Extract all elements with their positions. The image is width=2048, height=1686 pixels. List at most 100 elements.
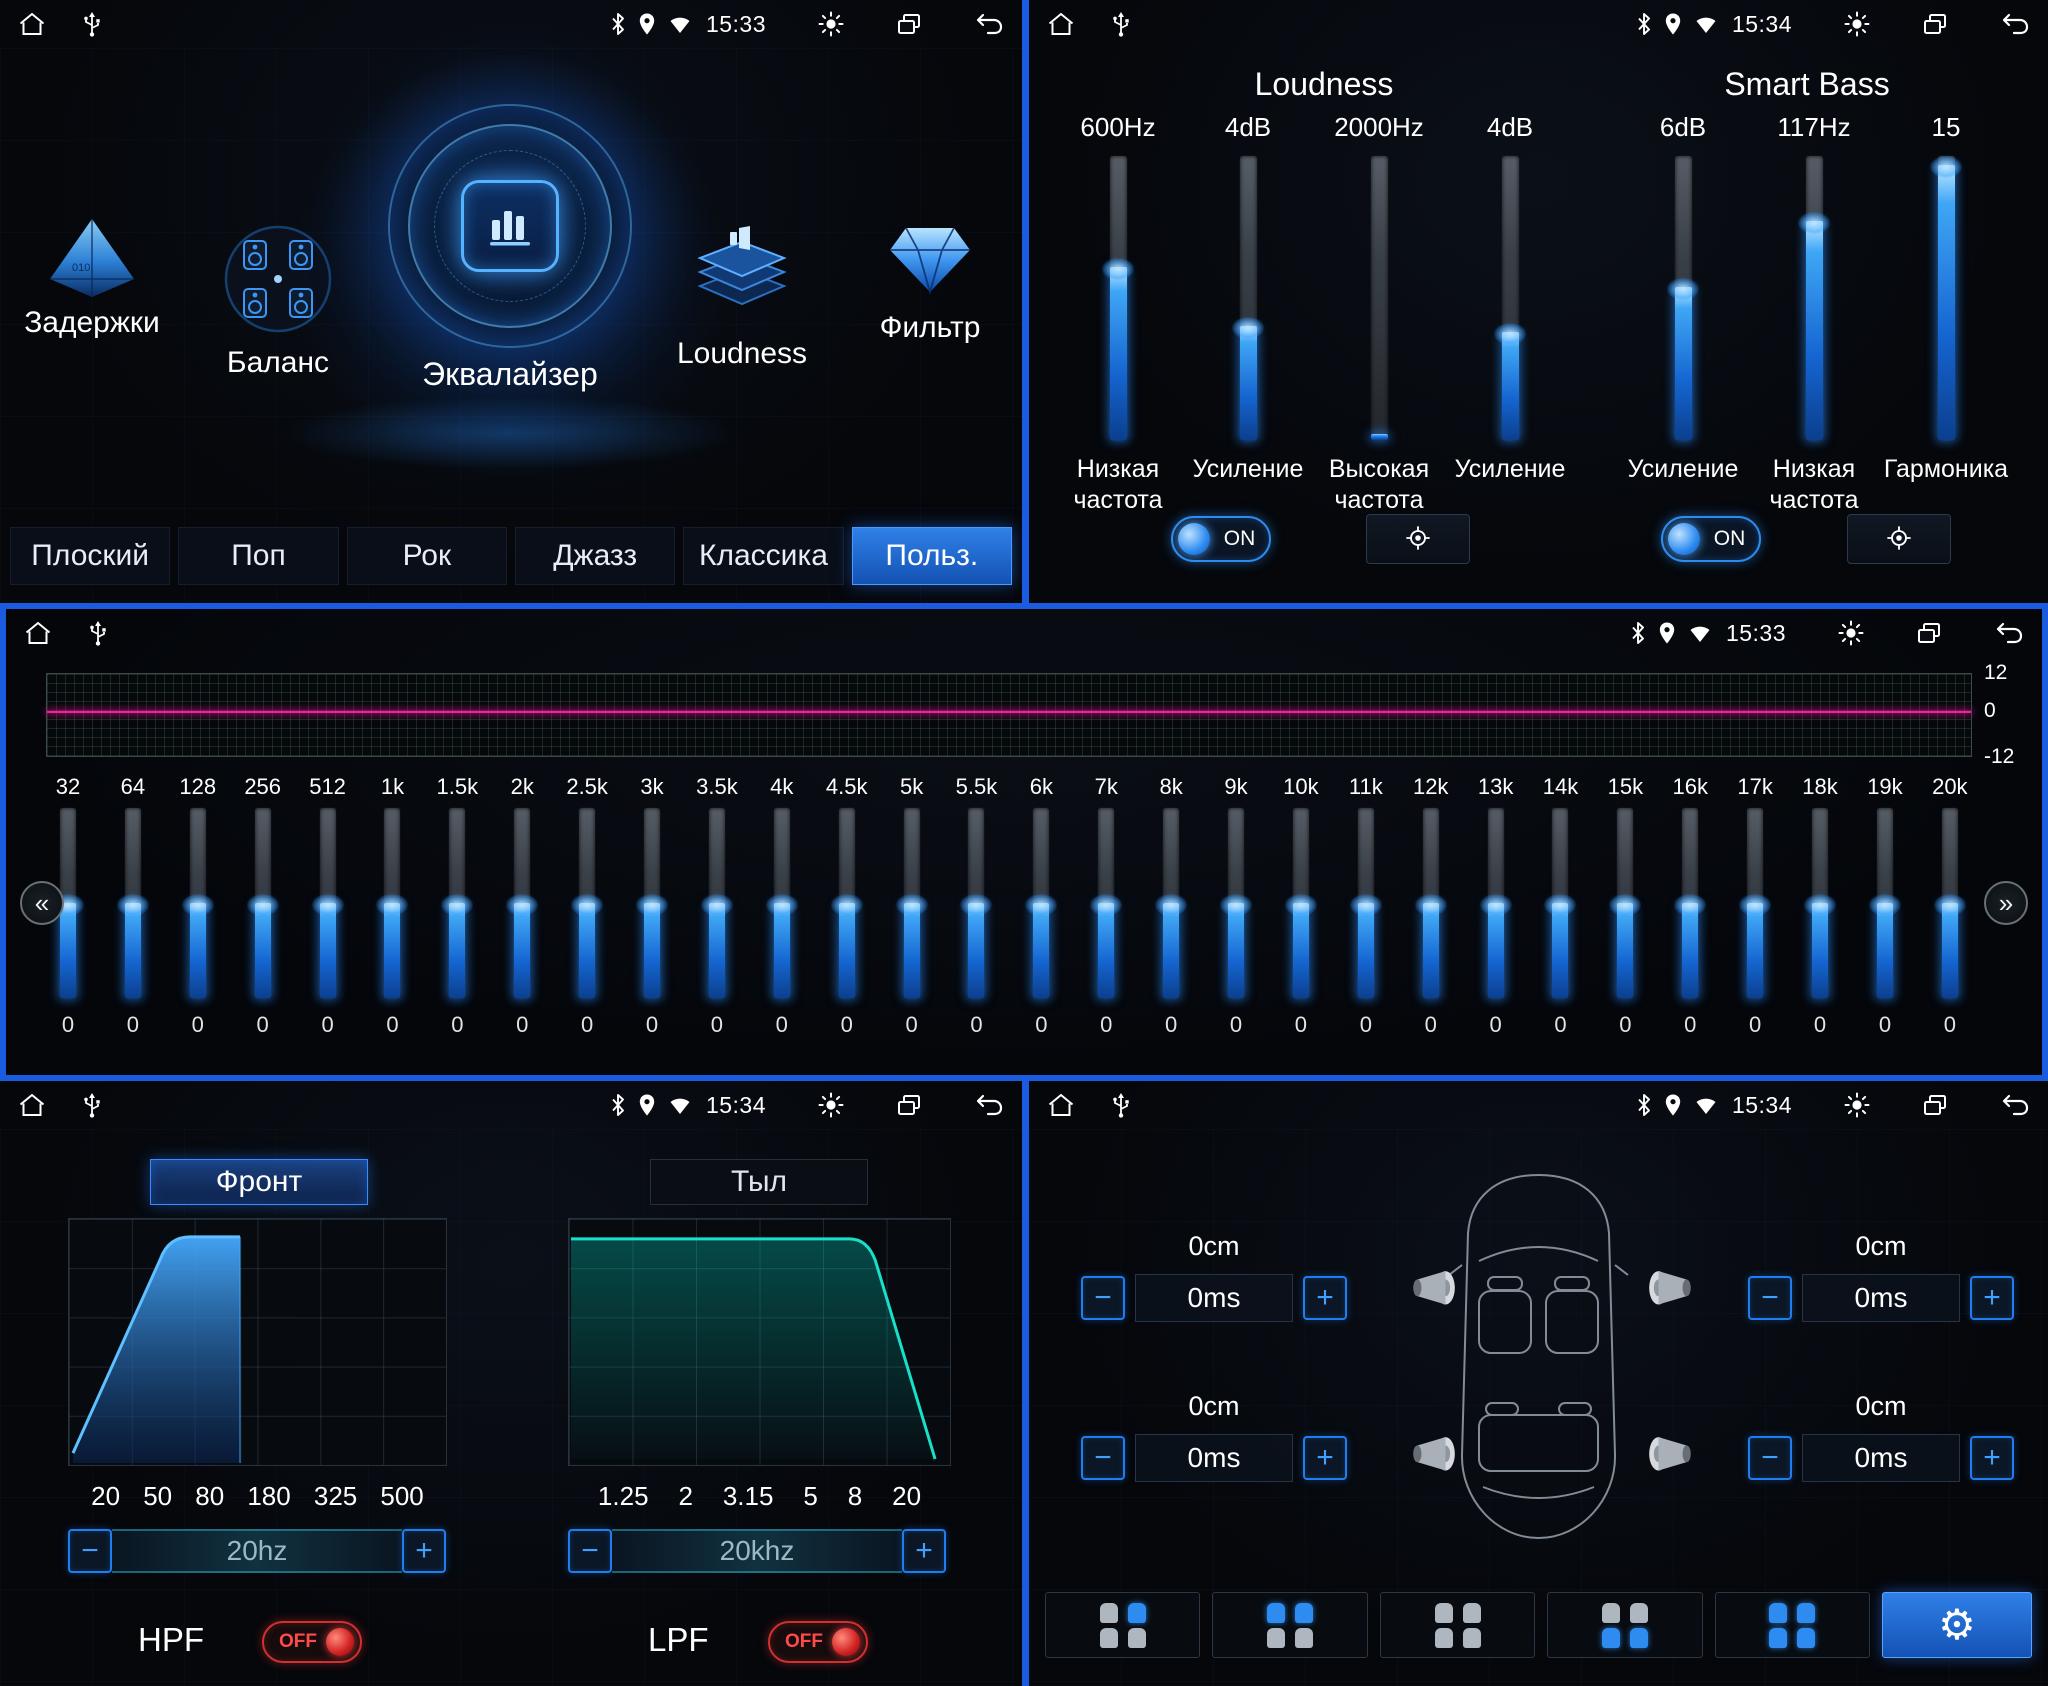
- band-slider[interactable]: [968, 808, 984, 998]
- delay-minus-button[interactable]: −: [1748, 1436, 1792, 1480]
- hpf-toggle[interactable]: OFF: [262, 1621, 362, 1663]
- band-slider[interactable]: [449, 808, 465, 998]
- band-slider[interactable]: [384, 808, 400, 998]
- back-icon[interactable]: [974, 12, 1004, 36]
- menu-item-loudness[interactable]: Loudness: [677, 226, 807, 371]
- band-frequency: 2k: [511, 774, 534, 800]
- slider-track[interactable]: [1502, 156, 1519, 440]
- slider-track[interactable]: [1240, 156, 1257, 440]
- band-slider[interactable]: [1877, 808, 1893, 998]
- delay-plus-button[interactable]: +: [1970, 1276, 2014, 1320]
- home-icon[interactable]: [1047, 11, 1075, 37]
- band-slider[interactable]: [125, 808, 141, 998]
- next-page-button[interactable]: »: [1984, 881, 2028, 925]
- band-slider[interactable]: [1358, 808, 1374, 998]
- toggle-knob: [832, 1628, 860, 1656]
- band-slider[interactable]: [709, 808, 725, 998]
- delay-minus-button[interactable]: −: [1081, 1436, 1125, 1480]
- listening-position-preset-button[interactable]: [1212, 1592, 1367, 1658]
- slider-track[interactable]: [1938, 156, 1955, 440]
- band-slider[interactable]: [514, 808, 530, 998]
- home-icon[interactable]: [24, 620, 52, 646]
- menu-item-equalizer[interactable]: [388, 104, 632, 348]
- slider-track[interactable]: [1806, 156, 1823, 440]
- eq-preset-tab[interactable]: Поп: [178, 527, 338, 585]
- lpf-plus-button[interactable]: +: [902, 1529, 946, 1573]
- eq-preset-tab[interactable]: Рок: [347, 527, 507, 585]
- band-slider[interactable]: [320, 808, 336, 998]
- back-icon[interactable]: [1994, 621, 2024, 645]
- eq-preset-tab[interactable]: Классика: [683, 527, 843, 585]
- brightness-icon[interactable]: [818, 11, 844, 37]
- band-slider[interactable]: [579, 808, 595, 998]
- smartbass-toggle[interactable]: ON: [1661, 516, 1761, 562]
- recent-apps-icon[interactable]: [1922, 1093, 1948, 1117]
- listening-position-preset-button[interactable]: [1380, 1592, 1535, 1658]
- delay-plus-button[interactable]: +: [1970, 1436, 2014, 1480]
- recent-apps-icon[interactable]: [1922, 12, 1948, 36]
- prev-page-button[interactable]: «: [20, 881, 64, 925]
- band-slider[interactable]: [774, 808, 790, 998]
- back-icon[interactable]: [2000, 12, 2030, 36]
- home-icon[interactable]: [18, 11, 46, 37]
- recent-apps-icon[interactable]: [896, 1093, 922, 1117]
- band-slider[interactable]: [644, 808, 660, 998]
- home-icon[interactable]: [1047, 1092, 1075, 1118]
- hpf-minus-button[interactable]: −: [68, 1529, 112, 1573]
- band-slider[interactable]: [904, 808, 920, 998]
- listening-position-preset-button[interactable]: [1045, 1592, 1200, 1658]
- lpf-toggle[interactable]: OFF: [768, 1621, 868, 1663]
- brightness-icon[interactable]: [1844, 11, 1870, 37]
- band-slider[interactable]: [1228, 808, 1244, 998]
- band-slider[interactable]: [1098, 808, 1114, 998]
- slider-track[interactable]: [1371, 156, 1388, 440]
- slider-track[interactable]: [1110, 156, 1127, 440]
- menu-item-delays[interactable]: 010 Задержки: [27, 215, 157, 340]
- brightness-icon[interactable]: [1844, 1092, 1870, 1118]
- loudness-layers-icon: [690, 226, 794, 327]
- loudness-tune-button[interactable]: [1366, 514, 1470, 564]
- channel-tab[interactable]: Фронт: [150, 1159, 368, 1205]
- delay-minus-button[interactable]: −: [1081, 1276, 1125, 1320]
- band-slider[interactable]: [255, 808, 271, 998]
- settings-button[interactable]: ⚙: [1882, 1592, 2032, 1658]
- delay-plus-button[interactable]: +: [1303, 1276, 1347, 1320]
- axis-label: 8: [848, 1481, 862, 1512]
- listening-position-preset-button[interactable]: [1715, 1592, 1870, 1658]
- eq-preset-tab[interactable]: Польз.: [852, 527, 1012, 585]
- back-icon[interactable]: [974, 1093, 1004, 1117]
- menu-item-filter[interactable]: Фильтр: [865, 218, 995, 345]
- recent-apps-icon[interactable]: [896, 12, 922, 36]
- slider-track[interactable]: [1675, 156, 1692, 440]
- back-icon[interactable]: [2000, 1093, 2030, 1117]
- band-slider[interactable]: [1942, 808, 1958, 998]
- eq-preset-tab[interactable]: Джазз: [515, 527, 675, 585]
- band-slider[interactable]: [1682, 808, 1698, 998]
- listening-position-preset-button[interactable]: [1547, 1592, 1702, 1658]
- smartbass-tune-button[interactable]: [1847, 514, 1951, 564]
- band-slider[interactable]: [190, 808, 206, 998]
- band-slider[interactable]: [1033, 808, 1049, 998]
- menu-item-balance[interactable]: Баланс: [213, 223, 343, 380]
- loudness-toggle[interactable]: ON: [1171, 516, 1271, 562]
- band-slider[interactable]: [1293, 808, 1309, 998]
- delay-plus-button[interactable]: +: [1303, 1436, 1347, 1480]
- band-value: 0: [711, 1012, 723, 1038]
- band-slider[interactable]: [1488, 808, 1504, 998]
- band-slider[interactable]: [1617, 808, 1633, 998]
- home-icon[interactable]: [18, 1092, 46, 1118]
- band-slider[interactable]: [1423, 808, 1439, 998]
- eq-preset-tab[interactable]: Плоский: [10, 527, 170, 585]
- band-slider[interactable]: [1552, 808, 1568, 998]
- brightness-icon[interactable]: [818, 1092, 844, 1118]
- brightness-icon[interactable]: [1838, 620, 1864, 646]
- lpf-minus-button[interactable]: −: [568, 1529, 612, 1573]
- band-slider[interactable]: [1747, 808, 1763, 998]
- channel-tab[interactable]: Тыл: [650, 1159, 868, 1205]
- delay-minus-button[interactable]: −: [1748, 1276, 1792, 1320]
- recent-apps-icon[interactable]: [1916, 621, 1942, 645]
- hpf-plus-button[interactable]: +: [402, 1529, 446, 1573]
- band-slider[interactable]: [1812, 808, 1828, 998]
- band-slider[interactable]: [1163, 808, 1179, 998]
- band-slider[interactable]: [839, 808, 855, 998]
